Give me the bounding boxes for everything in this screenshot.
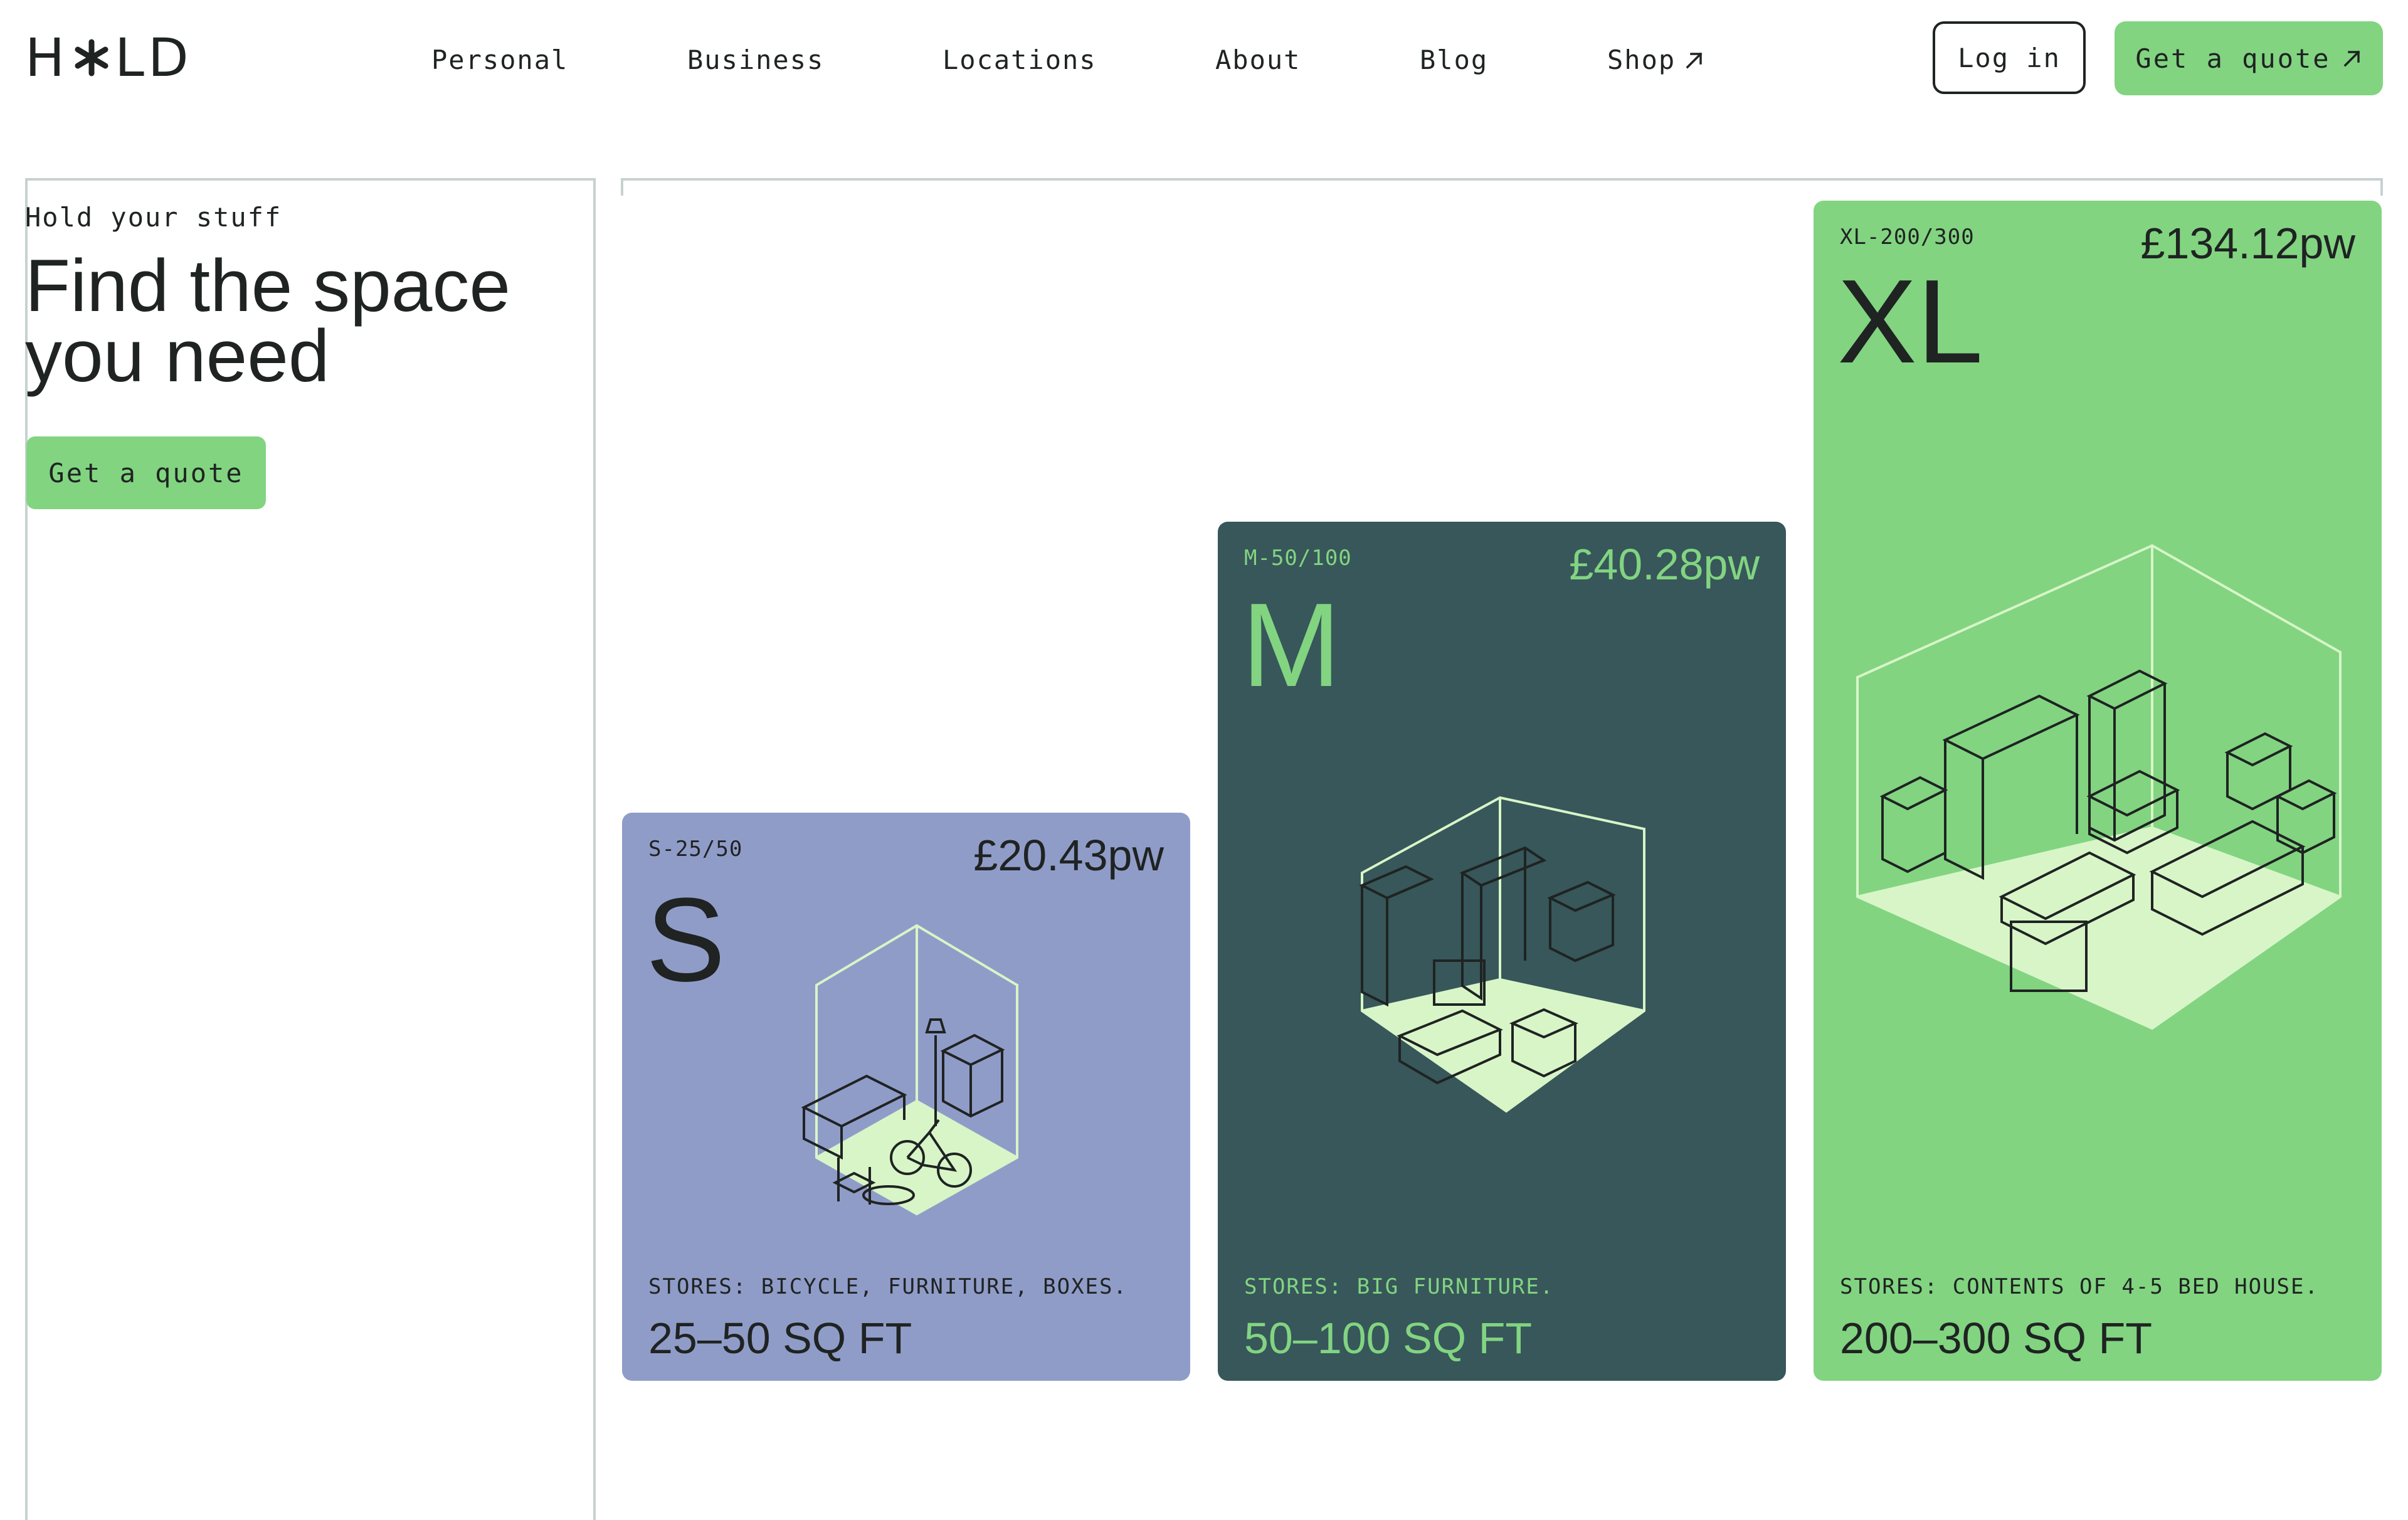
logo[interactable]: H LD <box>25 31 193 84</box>
xl-unit-illustration <box>1856 544 2342 1030</box>
login-button[interactable]: Log in <box>1933 21 2086 94</box>
asterisk-logo-icon <box>75 39 108 77</box>
external-arrow-icon <box>2343 50 2360 67</box>
unit-sqft: 25–50 SQ FT <box>648 1314 912 1363</box>
unit-sqft: 200–300 SQ FT <box>1840 1314 2153 1363</box>
unit-size-letter: M <box>1242 579 1341 712</box>
get-quote-header-button[interactable]: Get a quote <box>2115 21 2383 95</box>
external-arrow-icon <box>1686 52 1703 69</box>
unit-price: £40.28pw <box>1569 540 1760 589</box>
nav-business[interactable]: Business <box>687 43 824 78</box>
small-unit-illustration <box>801 924 1018 1216</box>
nav-shop[interactable]: Shop <box>1607 43 1704 78</box>
unit-sqft: 50–100 SQ FT <box>1244 1314 1533 1363</box>
hero-title: Find the space you need <box>25 249 589 393</box>
storage-card-small[interactable]: S-25/50 £20.43pw S STORES: BICYCLE, FURN… <box>622 813 1190 1381</box>
unit-code: M-50/100 <box>1244 546 1352 571</box>
nav-personal[interactable]: Personal <box>431 43 568 78</box>
hero-title-line-2: you need <box>25 315 330 398</box>
hero-eyebrow: Hold your stuff <box>25 202 282 233</box>
unit-size-letter: S <box>646 873 726 1006</box>
unit-code: XL-200/300 <box>1840 224 1975 250</box>
nav-blog[interactable]: Blog <box>1420 43 1488 78</box>
unit-price: £134.12pw <box>2140 219 2355 268</box>
storage-card-xl[interactable]: XL-200/300 £134.12pw XL STORES: CONTENTS… <box>1814 201 2382 1381</box>
unit-stores: STORES: BIG FURNITURE. <box>1244 1274 1555 1299</box>
nav-locations[interactable]: Locations <box>943 43 1097 78</box>
get-quote-hero-button[interactable]: Get a quote <box>26 436 266 509</box>
medium-unit-illustration <box>1359 796 1645 1113</box>
unit-code: S-25/50 <box>648 837 743 862</box>
unit-stores: STORES: CONTENTS OF 4-5 BED HOUSE. <box>1840 1274 2319 1299</box>
storage-card-medium[interactable]: M-50/100 £40.28pw M STORES: BIG FURNITUR… <box>1218 522 1786 1381</box>
cards-panel-frame <box>621 178 2383 196</box>
unit-stores: STORES: BICYCLE, FURNITURE, BOXES. <box>648 1274 1127 1299</box>
nav-about[interactable]: About <box>1215 43 1301 78</box>
unit-size-letter: XL <box>1837 255 1983 388</box>
unit-price: £20.43pw <box>973 831 1164 880</box>
